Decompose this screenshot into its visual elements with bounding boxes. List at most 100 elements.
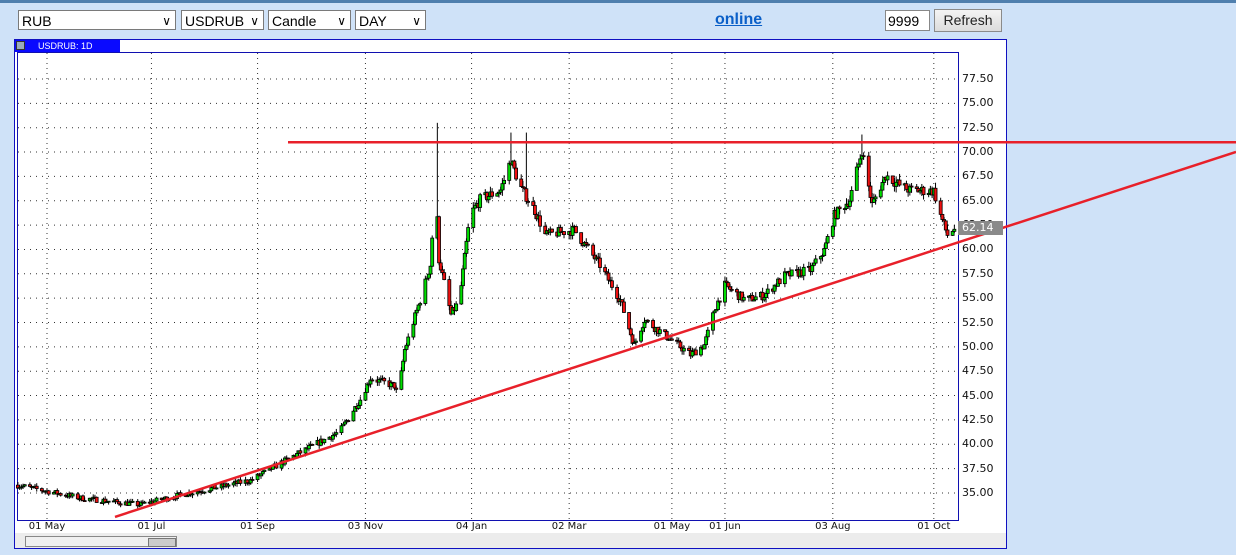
candle-up bbox=[307, 445, 311, 450]
candle-down bbox=[606, 272, 611, 281]
candle-down bbox=[310, 443, 315, 446]
candle-down bbox=[579, 232, 584, 244]
candle-down bbox=[81, 495, 85, 501]
candle-up bbox=[705, 329, 710, 338]
candle-down bbox=[890, 175, 895, 184]
candle-down bbox=[938, 200, 943, 215]
candle-up bbox=[459, 285, 464, 305]
candle-up bbox=[356, 405, 361, 409]
candle-up bbox=[856, 163, 861, 168]
candle-up bbox=[848, 200, 852, 207]
candle-up bbox=[952, 228, 957, 232]
candle-down bbox=[897, 179, 902, 186]
candle-down bbox=[512, 160, 517, 169]
candle-down bbox=[651, 320, 655, 329]
candle-up bbox=[426, 273, 431, 279]
candle-up bbox=[723, 280, 727, 303]
candle-up bbox=[363, 391, 368, 401]
candle-up bbox=[894, 181, 899, 187]
candle-down bbox=[861, 155, 866, 158]
candle-up bbox=[854, 166, 859, 191]
candle-down bbox=[392, 382, 397, 389]
candle-down bbox=[562, 231, 566, 236]
candle-down bbox=[693, 349, 698, 356]
candle-up bbox=[690, 351, 695, 357]
candle-up bbox=[331, 435, 335, 440]
candle-down bbox=[82, 500, 87, 502]
candle-up bbox=[830, 225, 835, 237]
candle-up bbox=[822, 248, 827, 257]
last-price-tag: 62.14 bbox=[958, 221, 1003, 235]
candle-up bbox=[765, 288, 770, 294]
candle-up bbox=[226, 484, 231, 487]
candle-down bbox=[943, 220, 948, 231]
candle-down bbox=[945, 229, 950, 236]
candle-up bbox=[413, 312, 417, 325]
candle-up bbox=[404, 344, 409, 350]
candle-down bbox=[238, 479, 243, 484]
candle-up bbox=[849, 190, 854, 202]
candle-up bbox=[406, 336, 411, 346]
candle-up bbox=[358, 399, 363, 406]
candle-down bbox=[533, 205, 537, 215]
candle-down bbox=[46, 490, 51, 495]
candle-up bbox=[873, 196, 878, 200]
candle-down bbox=[598, 257, 602, 268]
candle-up bbox=[880, 182, 885, 191]
candle-up bbox=[402, 349, 407, 362]
candle-down bbox=[940, 213, 945, 220]
candle-up bbox=[502, 179, 507, 185]
candle-down bbox=[245, 479, 250, 484]
candle-down bbox=[437, 216, 441, 264]
candle-down bbox=[519, 178, 524, 188]
candle-up bbox=[428, 265, 433, 275]
candle-down bbox=[440, 269, 445, 274]
candle-down bbox=[526, 200, 530, 203]
candle-up bbox=[454, 303, 459, 311]
candle-up bbox=[464, 240, 469, 254]
candle-up bbox=[154, 497, 159, 502]
candle-down bbox=[615, 286, 619, 299]
candle-up bbox=[416, 304, 421, 311]
candle-up bbox=[813, 258, 818, 264]
candle-up bbox=[209, 487, 214, 492]
candle-up bbox=[70, 493, 75, 497]
candle-up bbox=[753, 296, 758, 301]
candle-up bbox=[486, 196, 491, 201]
candle-up bbox=[262, 469, 267, 472]
candle-up bbox=[461, 268, 465, 287]
candle-up bbox=[202, 491, 207, 494]
candle-up bbox=[466, 227, 471, 242]
candle-up bbox=[22, 484, 27, 487]
candle-down bbox=[933, 187, 938, 202]
candle-down bbox=[58, 493, 63, 496]
candle-down bbox=[586, 243, 590, 246]
candle-up bbox=[858, 158, 863, 165]
candle-up bbox=[639, 330, 643, 342]
candle-up bbox=[782, 271, 787, 285]
candle-up bbox=[741, 296, 746, 301]
candle-down bbox=[346, 420, 351, 422]
candle-up bbox=[764, 293, 768, 298]
candle-up bbox=[351, 410, 356, 422]
candle-down bbox=[866, 155, 871, 187]
candle-up bbox=[950, 230, 955, 236]
candle-up bbox=[142, 501, 147, 504]
candle-down bbox=[538, 215, 542, 227]
candle-down bbox=[382, 377, 387, 382]
candle-down bbox=[669, 338, 674, 341]
candle-up bbox=[500, 183, 505, 191]
candle-down bbox=[909, 185, 914, 188]
candle-down bbox=[370, 379, 375, 382]
candle-up bbox=[507, 162, 512, 181]
candle-up bbox=[789, 269, 794, 277]
candle-up bbox=[471, 207, 476, 228]
candle-down bbox=[447, 279, 452, 307]
candle-up bbox=[878, 189, 883, 198]
candle-up bbox=[401, 360, 405, 372]
candle-up bbox=[478, 194, 483, 208]
candle-down bbox=[717, 300, 722, 303]
candle-up bbox=[634, 340, 638, 343]
candle-down bbox=[524, 188, 529, 202]
candle-down bbox=[514, 167, 518, 180]
